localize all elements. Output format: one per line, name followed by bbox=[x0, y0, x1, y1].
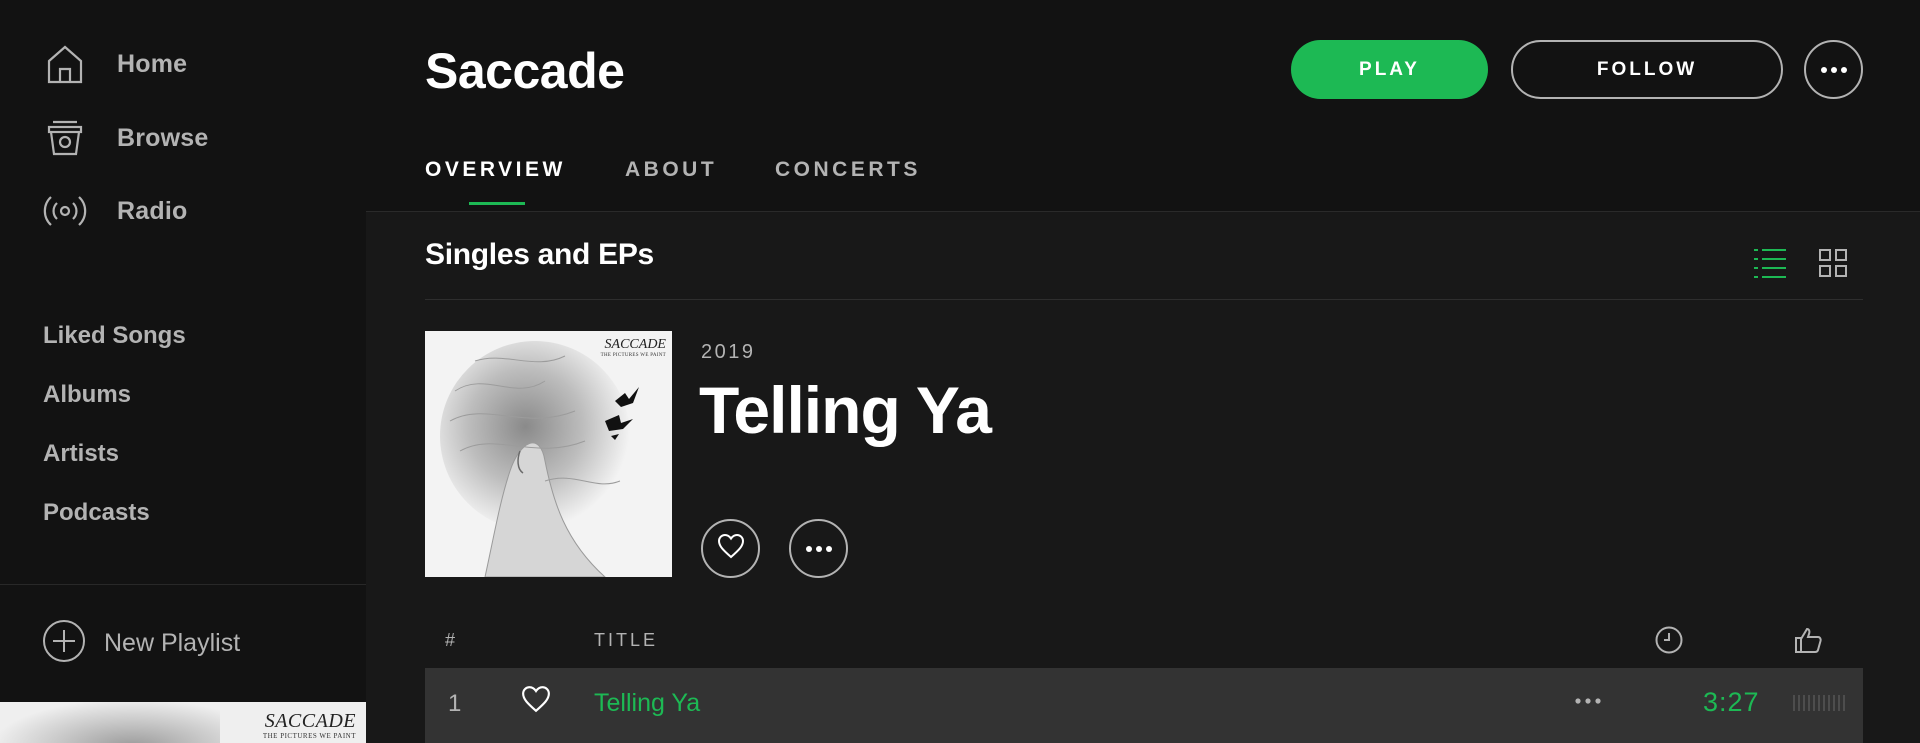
new-playlist-label: New Playlist bbox=[104, 628, 241, 657]
now-playing-cover[interactable]: SACCADE THE PICTURES WE PAINT bbox=[0, 702, 366, 743]
grid-view-button[interactable] bbox=[1818, 248, 1848, 278]
home-icon bbox=[42, 41, 88, 87]
more-icon bbox=[1819, 61, 1849, 79]
nav-label-home: Home bbox=[117, 49, 188, 78]
nav-item-radio[interactable]: Radio bbox=[42, 186, 342, 236]
column-title[interactable]: TITLE bbox=[594, 630, 658, 651]
library-item-podcasts[interactable]: Podcasts bbox=[43, 499, 150, 527]
cover-thumb-subtitle: THE PICTURES WE PAINT bbox=[262, 732, 356, 740]
artist-name: Saccade bbox=[425, 43, 625, 99]
track-number: 1 bbox=[448, 690, 462, 717]
browse-icon bbox=[42, 115, 88, 161]
header-divider bbox=[366, 211, 1920, 212]
grid-view-icon bbox=[1818, 249, 1848, 282]
tab-about[interactable]: ABOUT bbox=[625, 158, 717, 182]
sidebar: Home Browse Radio Liked Songs Albums Art… bbox=[0, 0, 366, 743]
section-title: Singles and EPs bbox=[425, 238, 654, 271]
cover-thumb-art bbox=[0, 702, 220, 743]
album-like-button[interactable] bbox=[701, 519, 760, 578]
track-more-icon[interactable] bbox=[1570, 686, 1606, 716]
artist-more-button[interactable] bbox=[1804, 40, 1863, 99]
heart-icon[interactable] bbox=[521, 685, 555, 719]
nav-item-browse[interactable]: Browse bbox=[42, 113, 342, 163]
library-item-artists[interactable]: Artists bbox=[43, 440, 119, 468]
main-content: Saccade PLAY FOLLOW OVERVIEW ABOUT CONCE… bbox=[366, 0, 1920, 743]
radio-icon bbox=[42, 188, 88, 234]
album-cover-illustration bbox=[425, 331, 672, 577]
track-title[interactable]: Telling Ya bbox=[594, 689, 700, 718]
album-year: 2019 bbox=[701, 341, 756, 363]
heart-icon bbox=[717, 533, 745, 564]
nav-item-home[interactable]: Home bbox=[42, 39, 342, 89]
album-more-button[interactable] bbox=[789, 519, 848, 578]
nav-label-radio: Radio bbox=[117, 196, 188, 225]
app-window: Home Browse Radio Liked Songs Albums Art… bbox=[0, 0, 1920, 743]
list-view-button[interactable] bbox=[1752, 246, 1788, 280]
track-duration: 3:27 bbox=[1703, 687, 1760, 717]
library-item-albums[interactable]: Albums bbox=[43, 381, 131, 409]
follow-button[interactable]: FOLLOW bbox=[1511, 40, 1783, 99]
tab-concerts[interactable]: CONCERTS bbox=[775, 158, 921, 182]
tracklist-header: # TITLE bbox=[425, 618, 1863, 662]
section-divider bbox=[425, 299, 1863, 300]
track-popularity-bar bbox=[1793, 695, 1849, 711]
artist-header bbox=[366, 0, 1920, 212]
more-icon bbox=[804, 540, 834, 558]
column-number: # bbox=[445, 630, 456, 650]
thumbs-up-icon[interactable] bbox=[1793, 625, 1823, 655]
list-view-icon bbox=[1752, 249, 1788, 284]
clock-icon[interactable] bbox=[1654, 625, 1684, 655]
plus-circle-icon bbox=[42, 619, 86, 668]
sidebar-divider bbox=[0, 584, 366, 585]
track-row[interactable]: 1 Telling Ya 3:27 bbox=[425, 668, 1863, 743]
library-item-liked-songs[interactable]: Liked Songs bbox=[43, 322, 186, 350]
new-playlist-button[interactable]: New Playlist bbox=[42, 619, 241, 668]
nav-label-browse: Browse bbox=[117, 123, 209, 152]
active-tab-indicator bbox=[469, 202, 525, 205]
play-button[interactable]: PLAY bbox=[1291, 40, 1488, 99]
album-cover[interactable]: SACCADE THE PICTURES WE PAINT bbox=[425, 331, 672, 577]
tab-overview[interactable]: OVERVIEW bbox=[425, 158, 566, 182]
album-cover-title: SACCADE bbox=[604, 337, 666, 352]
album-title[interactable]: Telling Ya bbox=[699, 372, 992, 448]
cover-thumb-title: SACCADE bbox=[264, 710, 356, 732]
album-cover-subtitle: THE PICTURES WE PAINT bbox=[600, 353, 666, 358]
